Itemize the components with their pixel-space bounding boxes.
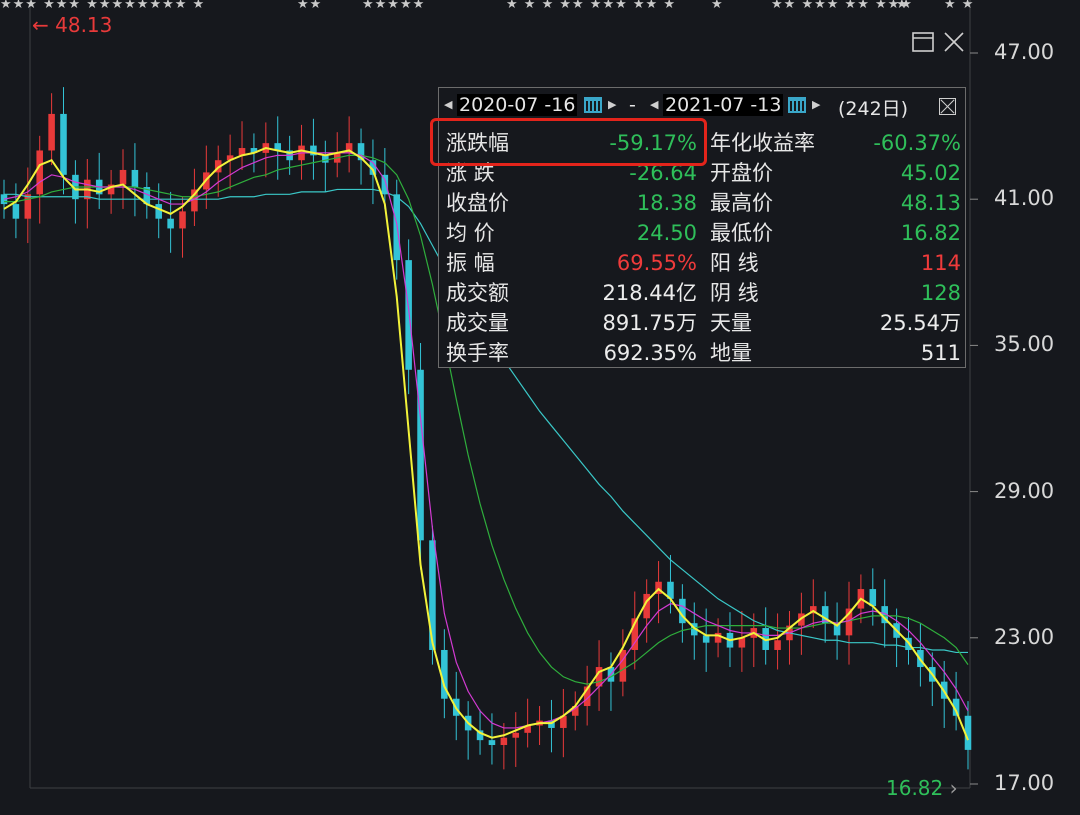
- stat-value: 114: [920, 251, 961, 275]
- stat-value: -60.37%: [873, 131, 961, 155]
- stat-label: 天量: [710, 311, 752, 335]
- close-icon[interactable]: [942, 30, 966, 54]
- next-end-date-icon[interactable]: ▶: [812, 98, 820, 111]
- stat-value: 891.75万: [602, 311, 697, 335]
- stat-value: 692.35%: [603, 341, 697, 365]
- candle-down: [405, 260, 412, 370]
- candle-down: [12, 204, 20, 219]
- min-price-marker: 16.82 ›: [886, 776, 958, 800]
- candle-up: [24, 194, 32, 219]
- candle-up: [512, 732, 520, 738]
- stat-label: 成交额: [446, 281, 509, 305]
- stat-value: 48.13: [900, 191, 961, 215]
- maximize-icon[interactable]: [911, 30, 935, 54]
- signal-mark-group: ★★: [297, 0, 323, 12]
- signal-mark-group: ★: [711, 0, 724, 12]
- min-price-value: 16.82: [886, 776, 944, 800]
- candle-up: [619, 649, 627, 682]
- signal-mark-group: ★: [896, 0, 909, 12]
- stat-label: 最高价: [710, 191, 773, 215]
- y-tick-label: 17.00: [994, 771, 1055, 795]
- stat-label: 振 幅: [446, 251, 495, 275]
- stat-value: 218.44亿: [602, 281, 697, 305]
- candle-down: [488, 740, 496, 746]
- candle-down: [155, 204, 162, 219]
- candle-up: [179, 211, 186, 229]
- stat-label: 地量: [710, 341, 752, 365]
- panel-close-icon[interactable]: [939, 98, 956, 115]
- stat-label: 开盘价: [710, 161, 773, 185]
- candle-down: [167, 218, 174, 229]
- candle-down: [131, 169, 139, 188]
- stat-label: 收盘价: [446, 191, 509, 215]
- prev-end-date-icon[interactable]: ◀: [650, 98, 658, 111]
- stat-value: 128: [920, 281, 961, 305]
- stat-value: 18.38: [636, 191, 697, 215]
- signal-mark-group: ★★★★★: [362, 0, 426, 12]
- start-date[interactable]: 2020-07 -16: [457, 94, 578, 116]
- end-date[interactable]: 2021-07 -13: [663, 94, 784, 116]
- candle-up: [36, 150, 43, 195]
- y-tick-label: 29.00: [994, 478, 1055, 503]
- stat-value: 45.02: [900, 161, 961, 185]
- y-tick-label: 35.00: [994, 332, 1055, 357]
- stat-label: 最低价: [710, 221, 773, 245]
- next-start-date-icon[interactable]: ▶: [608, 98, 616, 111]
- stat-label: 阳 线: [710, 251, 759, 275]
- candle-down: [322, 155, 329, 163]
- stat-label: 年化收益率: [710, 131, 815, 155]
- stat-label: 换手率: [446, 341, 509, 365]
- highlight-box: [430, 118, 707, 166]
- y-tick-label: 41.00: [994, 186, 1055, 211]
- signal-mark-group: ★★ ★★★ ★★ ★★★: [771, 0, 913, 12]
- max-price-marker: ← 48.13: [32, 13, 113, 37]
- prev-start-date-icon[interactable]: ◀: [444, 98, 452, 111]
- max-price-value: 48.13: [55, 13, 113, 37]
- y-tick-label: 23.00: [994, 624, 1055, 649]
- candle-up: [774, 640, 781, 650]
- stat-value: 16.82: [900, 221, 961, 245]
- stat-value: 511: [920, 341, 961, 365]
- candle-down: [60, 113, 67, 175]
- stat-value: 25.54万: [879, 311, 961, 335]
- stat-label: 阴 线: [710, 281, 759, 305]
- candle-up: [119, 169, 127, 185]
- stat-value: 24.50: [636, 221, 697, 245]
- date-separator: -: [629, 94, 636, 116]
- candle-up: [48, 113, 55, 151]
- day-count: (242日): [838, 98, 909, 120]
- stat-label: 均 价: [446, 221, 495, 245]
- signal-marks-row: ★★★ ★★★ ★★★★★★★★ ★ ★★ ★★★★★ ★ ★ ★ ★★ ★★★ ★★…: [0, 0, 1080, 14]
- signal-mark-group: ★ ★: [944, 0, 975, 12]
- candle-down: [702, 635, 710, 643]
- calendar-icon[interactable]: [788, 97, 806, 113]
- calendar-icon[interactable]: [584, 97, 602, 113]
- stat-value: 69.55%: [616, 251, 697, 275]
- signal-mark-group: ★ ★ ★ ★★ ★★★ ★★ ★: [506, 0, 676, 12]
- stat-label: 成交量: [446, 311, 509, 335]
- candle-up: [500, 737, 508, 746]
- y-tick-label: 47.00: [994, 40, 1055, 64]
- signal-mark-group: ★★★ ★★★ ★★★★★★★★ ★: [0, 0, 206, 12]
